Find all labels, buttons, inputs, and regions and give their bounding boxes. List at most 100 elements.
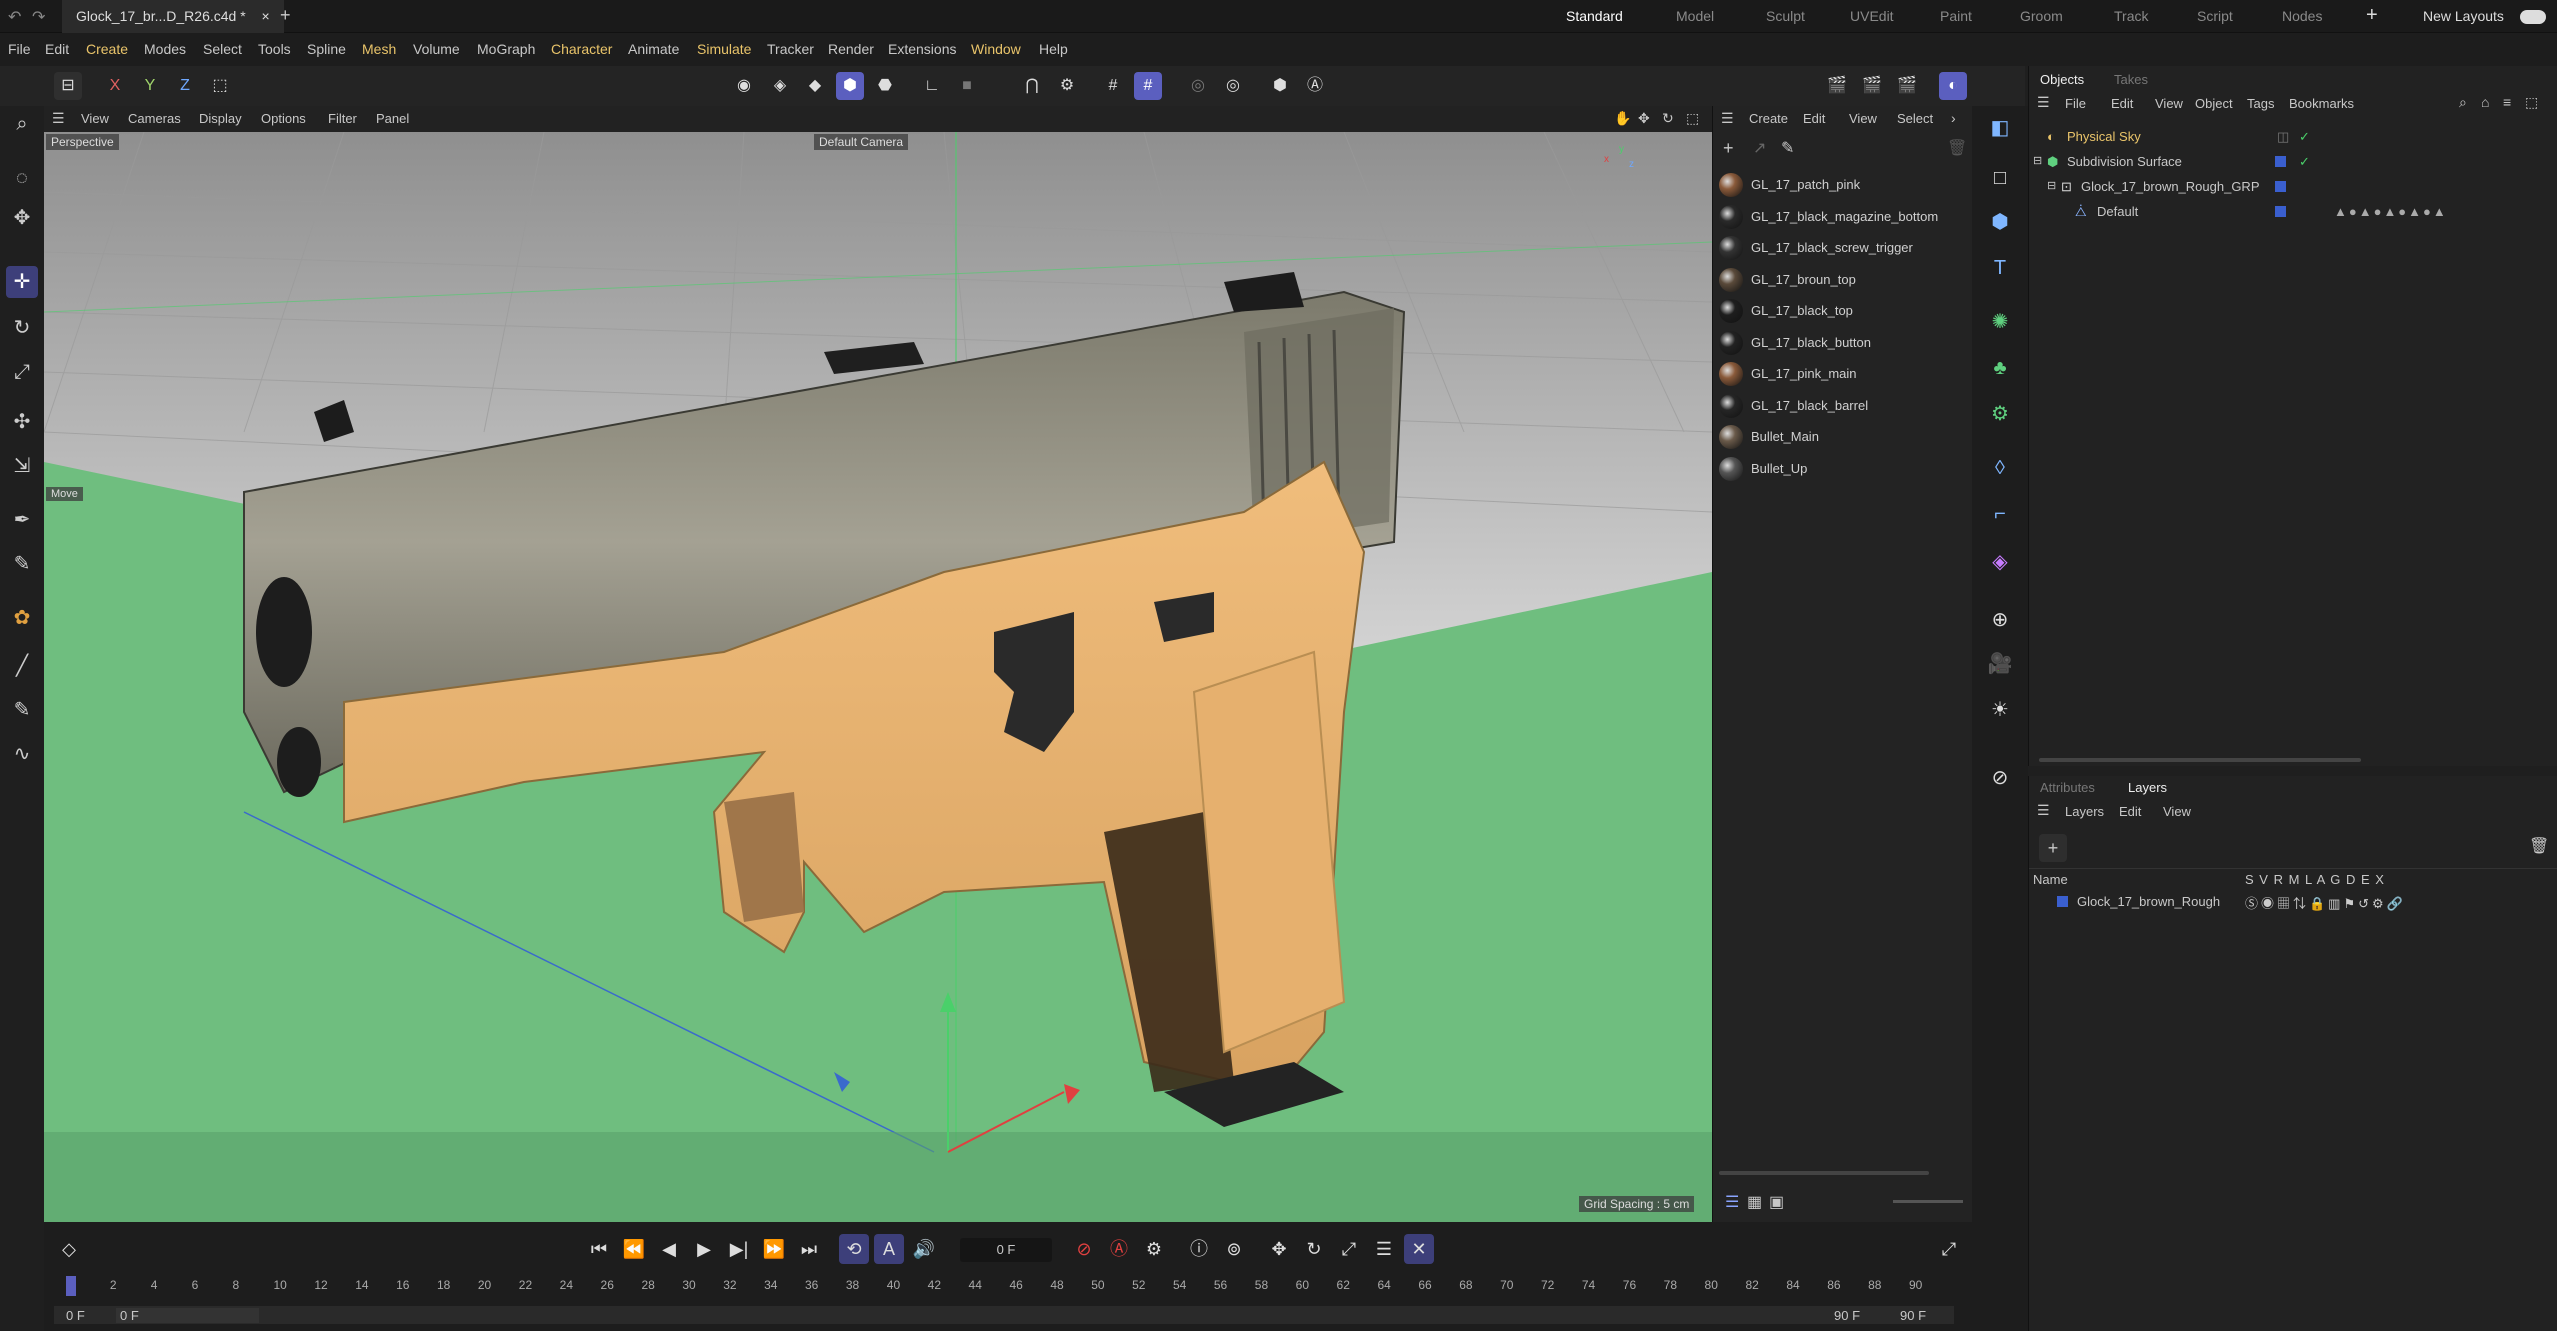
layers-menu-edit[interactable]: Edit <box>2119 804 2141 819</box>
menu-window[interactable]: Window <box>971 33 1021 66</box>
collapse-icon[interactable]: ⊟ <box>2047 174 2056 199</box>
layout-model[interactable]: Model <box>1676 0 1714 33</box>
material-item[interactable]: GL_17_broun_top <box>1719 265 1969 295</box>
material-item[interactable]: GL_17_pink_main <box>1719 359 1969 389</box>
scale-tool-icon[interactable]: ⤢ <box>6 356 38 388</box>
material-item[interactable]: GL_17_black_barrel <box>1719 391 1969 421</box>
new-layouts-button[interactable]: New Layouts <box>2423 0 2504 33</box>
search-icon[interactable]: ⌕ <box>6 108 38 140</box>
select-tool-icon[interactable]: ◌ <box>6 162 38 194</box>
sound-icon[interactable]: 🔊 <box>909 1234 939 1264</box>
pen-tool-icon[interactable]: ✒ <box>6 504 38 536</box>
material-menu-view[interactable]: View <box>1849 111 1877 126</box>
close-tab-icon[interactable]: × <box>262 8 270 24</box>
workplane-icon[interactable]: ∟ <box>918 72 946 100</box>
light-icon[interactable]: ☀ <box>1984 694 2016 726</box>
move-view-icon[interactable]: ✥ <box>1638 110 1650 127</box>
range-start-a[interactable]: 0 F <box>66 1308 85 1323</box>
next-frame-icon[interactable]: ▶| <box>724 1234 754 1264</box>
menu-animate[interactable]: Animate <box>628 33 679 66</box>
spline-tool-icon[interactable]: ⌐ <box>1984 498 2016 530</box>
viewport-hamburger-icon[interactable]: ☰ <box>52 110 65 127</box>
link-material-icon[interactable]: ↗ <box>1753 138 1766 158</box>
objects-menu-bookmarks[interactable]: Bookmarks <box>2289 96 2354 111</box>
layer-row[interactable]: Glock_17_brown_Rough Ⓢ◉▦⇅🔒▥⚑↺⚙🔗 <box>2029 891 2557 913</box>
add-material-icon[interactable]: + <box>1723 138 1734 159</box>
objects-menu-file[interactable]: File <box>2065 96 2086 111</box>
magnet-snap-icon[interactable]: ⋂ <box>1018 72 1046 100</box>
layout-paint[interactable]: Paint <box>1940 0 1972 33</box>
material-item[interactable]: GL_17_black_magazine_bottom <box>1719 202 1969 232</box>
viewport-menu-filter[interactable]: Filter <box>328 106 357 132</box>
layer-color-swatch[interactable] <box>2275 206 2286 217</box>
text-tool-icon[interactable]: T <box>1984 252 2016 284</box>
add-tab-icon[interactable]: + <box>280 5 291 26</box>
new-window-icon[interactable]: ⬚ <box>2525 94 2538 111</box>
layers-menu-view[interactable]: View <box>2163 804 2191 819</box>
grid-snap-icon[interactable]: # <box>1134 72 1162 100</box>
text-a-icon[interactable]: Ⓐ <box>1301 72 1329 100</box>
layers-menu-layers[interactable]: Layers <box>2065 804 2104 819</box>
paint-tool-icon[interactable]: ✿ <box>6 602 38 634</box>
square-spline-icon[interactable]: □ <box>1984 162 2016 194</box>
menu-tools[interactable]: Tools <box>258 33 291 66</box>
menu-select[interactable]: Select <box>203 33 242 66</box>
material-item[interactable]: GL_17_black_button <box>1719 328 1969 358</box>
material-item[interactable]: Bullet_Main <box>1719 422 1969 452</box>
loop-icon[interactable]: ⟲ <box>839 1234 869 1264</box>
live-select-icon[interactable]: ✥ <box>6 202 38 234</box>
menu-volume[interactable]: Volume <box>413 33 460 66</box>
camera-icon[interactable]: 🎥 <box>1984 648 2016 680</box>
objects-menu-edit[interactable]: Edit <box>2111 96 2133 111</box>
menu-character[interactable]: Character <box>551 33 612 66</box>
key-settings-icon[interactable]: ⚙ <box>1139 1234 1169 1264</box>
layers-hamburger-icon[interactable]: ☰ <box>2037 802 2050 819</box>
rotate-view-icon[interactable]: ↻ <box>1662 110 1674 127</box>
material-item[interactable]: GL_17_black_screw_trigger <box>1719 233 1969 263</box>
transform-tool-icon[interactable]: ✣ <box>6 406 38 438</box>
render-picture-icon[interactable]: 🎬 <box>1858 72 1886 100</box>
search-objects-icon[interactable]: ⌕ <box>2459 94 2467 111</box>
position-key-icon[interactable]: ✥ <box>1264 1234 1294 1264</box>
point-level-icon[interactable]: ✕ <box>1404 1234 1434 1264</box>
previous-key-icon[interactable]: ⏪ <box>619 1234 649 1264</box>
redshift-icon[interactable]: ◐ <box>1939 72 1967 100</box>
param-key-icon[interactable]: ☰ <box>1369 1234 1399 1264</box>
object-row-default[interactable]: ⧊ Default ▲●▲●▲●▲●▲ <box>2029 199 2557 224</box>
material-tags-icon[interactable]: ▲●▲●▲●▲●▲ <box>2334 199 2448 224</box>
objects-menu-object[interactable]: Object <box>2195 96 2233 111</box>
menu-help[interactable]: Help <box>1039 33 1068 66</box>
rotate-tool-icon[interactable]: ↻ <box>6 312 38 344</box>
material-menu-select[interactable]: Select <box>1897 111 1933 126</box>
snap-settings-icon[interactable]: ⚙ <box>1053 72 1081 100</box>
hide-icon[interactable]: ⬢ <box>1266 72 1294 100</box>
render-queue-icon[interactable]: 🎬 <box>1893 72 1921 100</box>
range-end-b[interactable]: 90 F <box>1900 1308 1926 1323</box>
go-to-start-icon[interactable]: ⏮ <box>584 1234 614 1264</box>
visibility-icon[interactable]: ◫ <box>2277 124 2289 149</box>
tab-attributes[interactable]: Attributes <box>2040 780 2095 795</box>
layer-color-swatch[interactable] <box>2275 156 2286 167</box>
range-bar[interactable]: 0 F 0 F 90 F 90 F <box>54 1306 1954 1324</box>
object-row-glock-grp[interactable]: ⊟ ⊡ Glock_17_brown_Rough_GRP <box>2029 174 2557 199</box>
material-menu-edit[interactable]: Edit <box>1803 111 1825 126</box>
range-start-b[interactable]: 0 F <box>116 1308 259 1323</box>
viewport-menu-panel[interactable]: Panel <box>376 106 409 132</box>
viewport-menu-cameras[interactable]: Cameras <box>128 106 181 132</box>
object-row-subdivision-surface[interactable]: ⊟ ⬢ Subdivision Surface ✓ <box>2029 149 2557 174</box>
objects-menu-view[interactable]: View <box>2155 96 2183 111</box>
volume-icon[interactable]: ◈ <box>1984 546 2016 578</box>
material-size-slider[interactable] <box>1893 1200 1963 1203</box>
coordinate-system-icon[interactable]: ⬚ <box>206 72 234 100</box>
axis-z-button[interactable]: Z <box>171 72 199 100</box>
environment-icon[interactable]: ⊕ <box>1984 604 2016 636</box>
tab-takes[interactable]: Takes <box>2114 72 2148 87</box>
viewport-solo-icon[interactable]: ⊟ <box>54 72 82 100</box>
object-row-physical-sky[interactable]: ◐ Physical Sky ◫ ✓ <box>2029 124 2557 149</box>
tab-objects[interactable]: Objects <box>2040 72 2084 87</box>
deformer-icon[interactable]: ⚙ <box>1984 398 2016 430</box>
rotation-key-icon[interactable]: ↻ <box>1299 1234 1329 1264</box>
current-frame-field[interactable]: 0 F <box>960 1238 1052 1262</box>
autokey-range-icon[interactable]: A <box>874 1234 904 1264</box>
undo-icon[interactable]: ↶ <box>8 7 21 27</box>
